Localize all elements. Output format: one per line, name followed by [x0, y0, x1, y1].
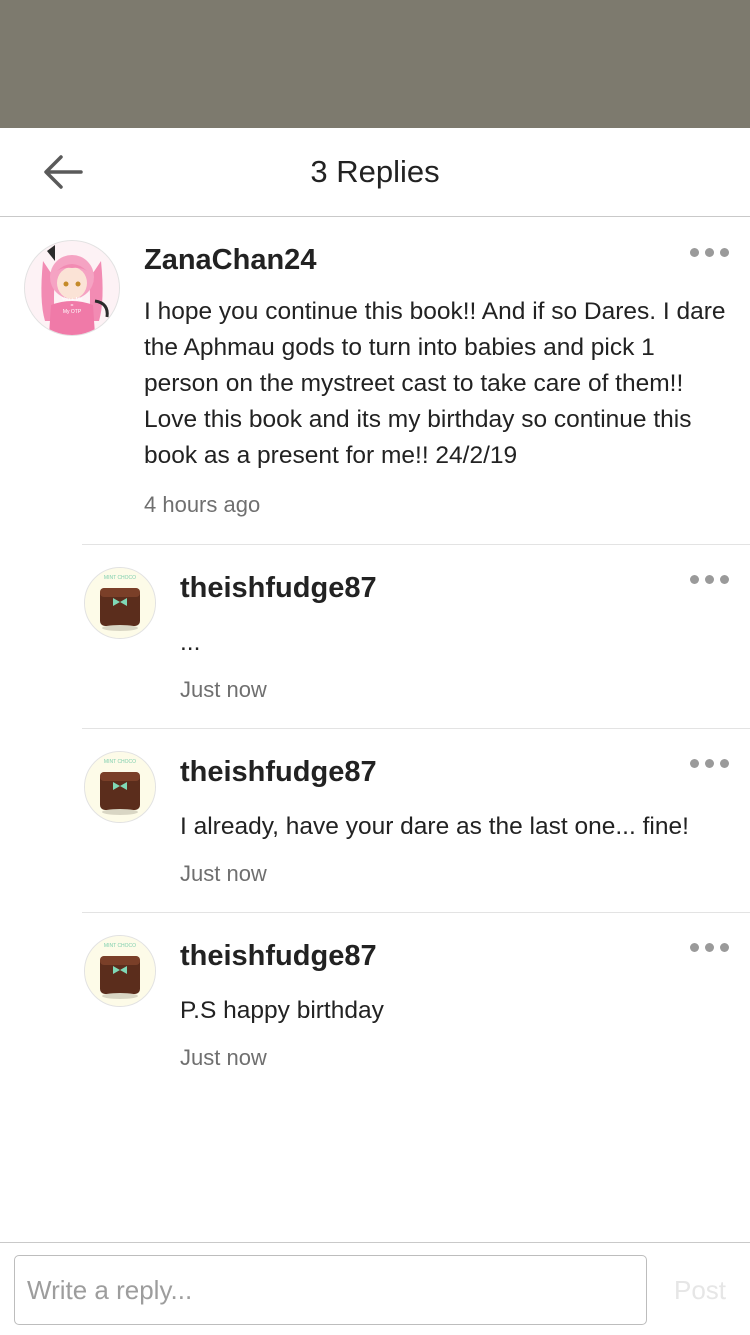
avatar-caption: MINT CHOCO — [103, 943, 137, 949]
comment-text: I hope you continue this book!! And if s… — [144, 298, 726, 469]
avatar[interactable]: You + Me = My OTP — [24, 240, 120, 336]
timestamp: 4 hours ago — [144, 492, 261, 517]
username[interactable]: theishfudge87 — [180, 940, 377, 973]
timestamp: Just now — [180, 861, 267, 886]
comment-text: P.S happy birthday — [180, 997, 384, 1024]
more-button[interactable] — [684, 240, 734, 266]
more-button[interactable] — [684, 751, 734, 777]
timestamp: Just now — [180, 1045, 267, 1070]
parent-comment: You + Me = My OTP ZanaChan24 I hope you … — [0, 216, 750, 544]
post-button[interactable]: Post — [660, 1255, 740, 1325]
avatar[interactable]: MINT CHOCO — [84, 751, 156, 823]
avatar-caption: MINT CHOCO — [103, 759, 137, 765]
page-title: 3 Replies — [310, 154, 440, 189]
username[interactable]: theishfudge87 — [180, 756, 377, 789]
reply-comment: MINT CHOCO theishfudge87 P.S happy birth… — [0, 913, 750, 1096]
username[interactable]: theishfudge87 — [180, 572, 377, 605]
avatar-caption: MINT CHOCO — [103, 575, 137, 581]
timestamp: Just now — [180, 677, 267, 702]
more-button[interactable] — [684, 935, 734, 961]
header: 3 Replies — [0, 128, 750, 217]
more-horizontal-icon — [687, 571, 732, 589]
username[interactable]: ZanaChan24 — [144, 244, 316, 277]
avatar[interactable]: MINT CHOCO — [84, 935, 156, 1007]
more-horizontal-icon — [687, 939, 732, 957]
more-horizontal-icon — [687, 244, 732, 262]
more-button[interactable] — [684, 567, 734, 593]
avatar-shirt-text: You + Me = My OTP — [61, 297, 83, 315]
reply-comment: MINT CHOCO theishfudge87 ... Just now — [0, 545, 750, 728]
anime-girl-avatar-image — [25, 241, 119, 335]
comment-text: I already, have your dare as the last on… — [180, 813, 689, 840]
avatar[interactable]: MINT CHOCO — [84, 567, 156, 639]
status-bar-area — [0, 0, 750, 128]
reply-comment: MINT CHOCO theishfudge87 I already, have… — [0, 729, 750, 912]
reply-input[interactable] — [14, 1255, 647, 1325]
reply-bar: Post — [0, 1242, 750, 1335]
comment-text: ... — [180, 629, 201, 656]
more-horizontal-icon — [687, 755, 732, 773]
